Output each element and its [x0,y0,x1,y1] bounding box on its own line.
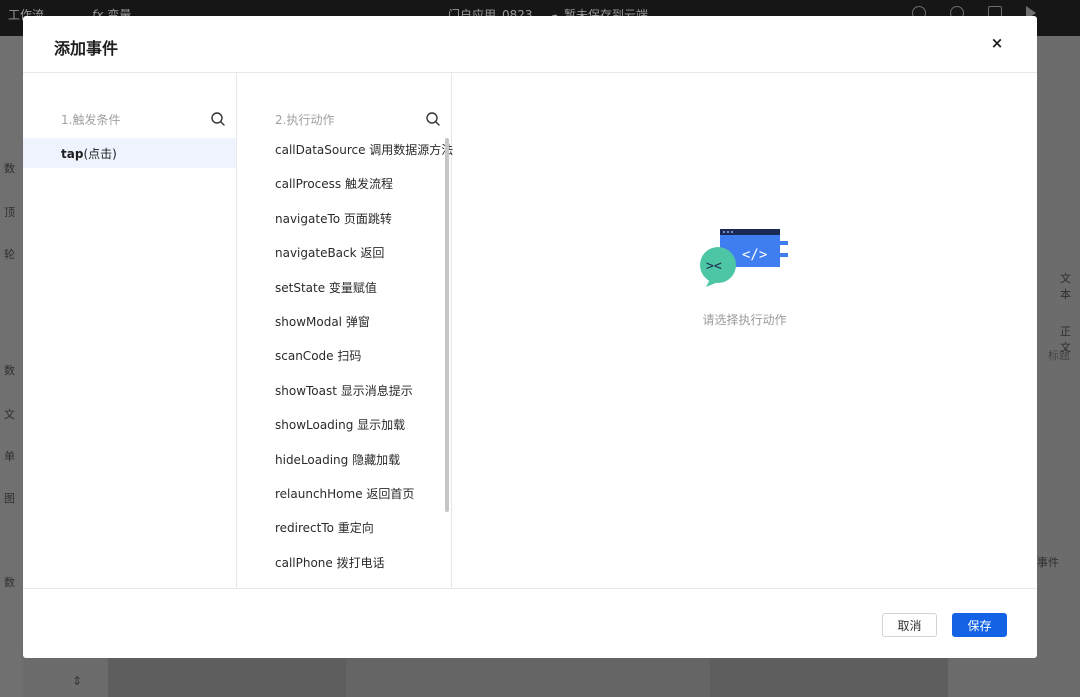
bg-left-label: 数 [4,162,15,175]
search-icon[interactable] [425,111,441,127]
bg-left-label: 文 [4,408,15,421]
trigger-column: 1.触发条件 tap(点击) [23,73,237,588]
bg-right-label: 文本 [1060,272,1071,301]
save-button[interactable]: 保存 [952,613,1007,637]
bg-left-label: 单 [4,450,15,463]
bg-left-label: 数 [4,576,15,589]
trigger-item-tap[interactable]: tap(点击) [23,138,236,168]
modal-footer: 取消 保存 [23,588,1037,658]
action-item[interactable]: showModal 弹窗 [237,314,437,348]
action-list: callDataSource 调用数据源方法 callProcess 触发流程 … [237,142,453,589]
action-item[interactable]: callProcess 触发流程 [237,176,437,210]
trigger-item-label: tap(点击) [61,145,117,162]
modal-title: 添加事件 [54,39,119,58]
detail-column: </> >< 请选择执行动作 [452,73,1037,588]
action-item[interactable]: callDataSource 调用数据源方法 [237,142,453,176]
action-item[interactable]: navigateTo 页面跳转 [237,211,437,245]
bg-left-label: 轮 [4,248,15,261]
action-item[interactable]: showLoading 显示加载 [237,417,437,451]
action-column: 2.执行动作 callDataSource 调用数据源方法 callProces… [237,73,453,589]
modal-header: 添加事件 × [23,16,1037,73]
background-bottom-bar [108,658,948,697]
action-item[interactable]: hideLoading 隐藏加载 [237,452,437,486]
code-chat-illustration-icon: </> >< [700,229,788,287]
action-item[interactable]: redirectTo 重定向 [237,520,437,554]
cancel-button[interactable]: 取消 [882,613,937,637]
bg-left-label: 顶 [4,206,15,219]
bg-left-label: 图 [4,492,15,505]
bg-right-label: 标题 [1048,349,1070,362]
search-icon[interactable] [210,111,226,127]
action-header-label: 2.执行动作 [275,113,335,127]
trigger-header-label: 1.触发条件 [61,113,121,127]
action-item[interactable]: setState 变量赋值 [237,280,437,314]
action-item[interactable]: scanCode 扫码 [237,348,437,382]
close-icon[interactable]: × [987,33,1007,53]
add-event-modal: 添加事件 × 1.触发条件 tap(点击) 2.执行动作 callDataSou… [23,16,1037,658]
bg-left-label: 数 [4,364,15,377]
action-list-scrollbar[interactable] [445,138,449,512]
action-item[interactable]: callPhone 拨打电话 [237,555,437,589]
trigger-item-sub: (点击) [83,147,117,161]
action-item[interactable]: relaunchHome 返回首页 [237,486,437,520]
action-header: 2.执行动作 [237,109,451,129]
background-left-panel: 数 顶 轮 数 文 单 图 数 [0,36,22,697]
illustration-code-text: </> [742,247,767,263]
action-item[interactable]: showToast 显示消息提示 [237,383,437,417]
illustration-chat-text: >< [706,259,722,274]
trigger-header: 1.触发条件 [23,109,236,129]
chevron-updown-icon[interactable]: ⇕ [72,674,82,688]
action-item[interactable]: navigateBack 返回 [237,245,437,279]
empty-state-text: 请选择执行动作 [702,313,787,327]
bg-bottom-segment [346,658,710,697]
trigger-item-main: tap [61,147,84,161]
bg-right-label: 事件 [1037,556,1059,569]
